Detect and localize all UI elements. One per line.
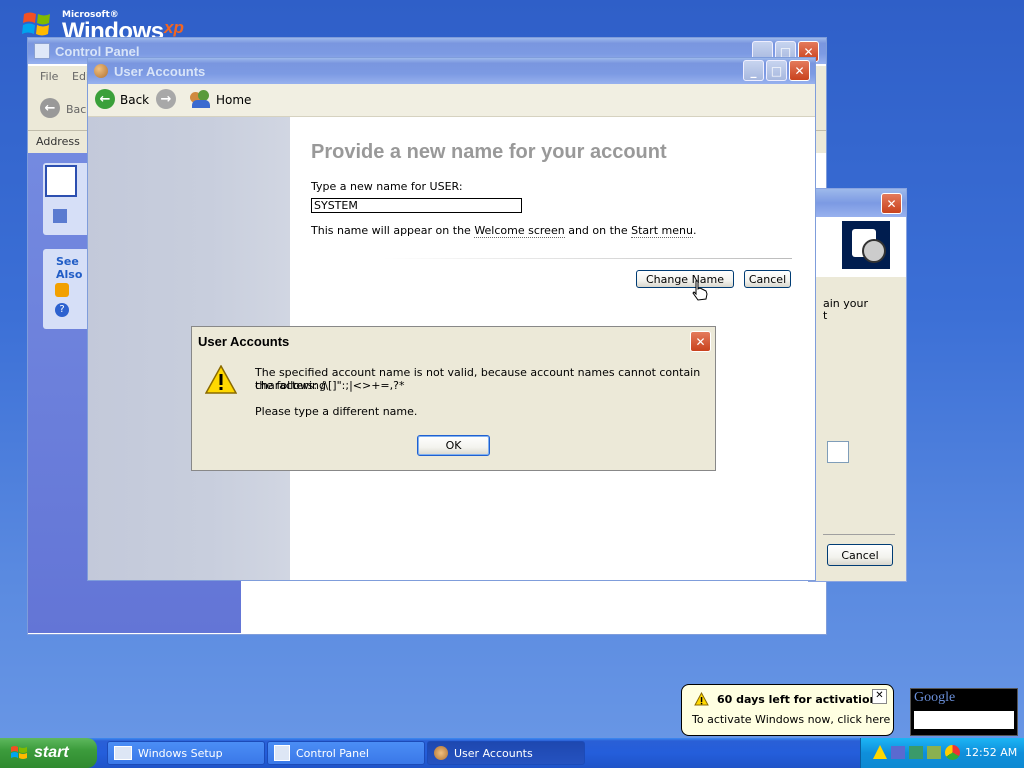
start-flag-icon [11,746,27,759]
tray-network-2-icon[interactable] [909,746,923,759]
task-windows-setup[interactable]: Windows Setup [107,741,265,765]
error-title: User Accounts [198,334,290,349]
home-users-icon[interactable] [190,90,212,108]
welcome-screen-link[interactable]: Welcome screen [474,224,565,238]
ua-maximize-button[interactable]: □ [766,60,787,81]
start-label: start [34,744,69,761]
ua-close-button[interactable]: ✕ [789,60,810,81]
user-accounts-task-icon [434,746,448,760]
balloon-warning-icon [694,692,709,706]
error-dialog: User Accounts ✕ The specified account na… [191,326,716,471]
ua-toolbar: ← Back → Home [88,84,815,117]
cp-back-icon[interactable]: ← [40,98,60,118]
cp-address-label: Address [36,135,80,148]
tray-network-icon[interactable] [891,746,905,759]
switch-view-icon [53,209,67,223]
name-hint: This name will appear on the Welcome scr… [311,224,697,238]
menu-file[interactable]: File [40,70,58,83]
cp-pane-box-see-also: See Also ? [43,249,93,329]
tray-warning-icon[interactable] [873,745,887,759]
task-label-control-panel: Control Panel [296,746,369,760]
user-accounts-title: User Accounts [114,63,206,79]
ok-button[interactable]: OK [417,435,490,456]
google-label: Google [914,690,956,705]
warning-icon [205,365,237,394]
tray-app-icon[interactable] [927,746,941,759]
error-message-line-3: Please type a different name. [255,405,418,418]
windows-update-icon[interactable] [55,283,69,297]
ua-minimize-button[interactable]: _ [743,60,764,81]
balloon-title: 60 days left for activation [717,693,878,706]
setup-text-1: ain your [823,297,868,310]
activation-balloon[interactable]: 60 days left for activation To activate … [681,684,894,736]
balloon-text[interactable]: To activate Windows now, click here [692,713,890,726]
setup-header [809,217,906,277]
task-user-accounts[interactable]: User Accounts [427,741,585,765]
cancel-button[interactable]: Cancel [744,270,791,288]
task-label-user-accounts: User Accounts [454,746,533,760]
cp-pane-box-1 [43,163,93,235]
google-deskbar: Google [910,688,1018,736]
logo-edition: xp [164,18,184,37]
tray-chrome-icon[interactable] [945,745,960,760]
setup-cd-icon [842,221,890,269]
error-close-button[interactable]: ✕ [690,331,711,352]
windows-setup-task-icon [114,746,132,760]
task-label-windows-setup: Windows Setup [138,746,223,760]
ua-home-label[interactable]: Home [216,93,251,107]
setup-close-button[interactable]: ✕ [881,193,902,214]
user-accounts-titlebar[interactable]: User Accounts [88,58,815,84]
forward-arrow-icon[interactable]: → [156,89,176,109]
balloon-close-icon[interactable]: ✕ [872,689,887,704]
setup-divider [823,534,895,535]
hint-middle: and on the [564,224,632,237]
google-search-input[interactable] [914,711,1014,729]
windows-setup-dialog: ✕ ain your t Cancel [808,188,907,582]
windows-flag-icon [22,12,50,36]
hint-prefix: This name will appear on the [311,224,475,237]
hint-suffix: . [692,224,697,237]
tray-clock[interactable]: 12:52 AM [965,746,1017,759]
new-name-input[interactable]: SYSTEM [311,198,522,213]
taskbar: start Windows Setup Control Panel User A… [0,738,1024,768]
setup-input-field[interactable] [827,441,849,463]
control-panel-task-icon [274,745,290,761]
setup-cancel-button[interactable]: Cancel [827,544,893,566]
user-accounts-window: User Accounts _ □ ✕ ← Back → Home Provid… [87,57,816,581]
error-titlebar[interactable]: User Accounts [192,327,715,355]
new-name-label: Type a new name for USER: [311,180,463,193]
change-name-button[interactable]: Change Name [636,270,734,288]
back-arrow-icon[interactable]: ← [95,89,115,109]
start-menu-link[interactable]: Start menu [631,224,693,238]
task-control-panel[interactable]: Control Panel [267,741,425,765]
user-accounts-icon [94,64,108,78]
hand-cursor-icon [692,280,708,301]
help-icon[interactable]: ? [55,303,69,317]
control-panel-icon [34,43,50,59]
error-message-line-2: characters: /\[]":;|<>+=,?* [255,379,405,392]
ua-back-label[interactable]: Back [120,93,149,107]
content-divider [384,258,792,259]
system-tray: 12:52 AM [860,738,1024,768]
setup-text-2: t [823,309,828,322]
start-button[interactable]: start [0,738,97,768]
control-panel-big-icon [45,165,77,197]
page-title: Provide a new name for your account [311,141,667,163]
